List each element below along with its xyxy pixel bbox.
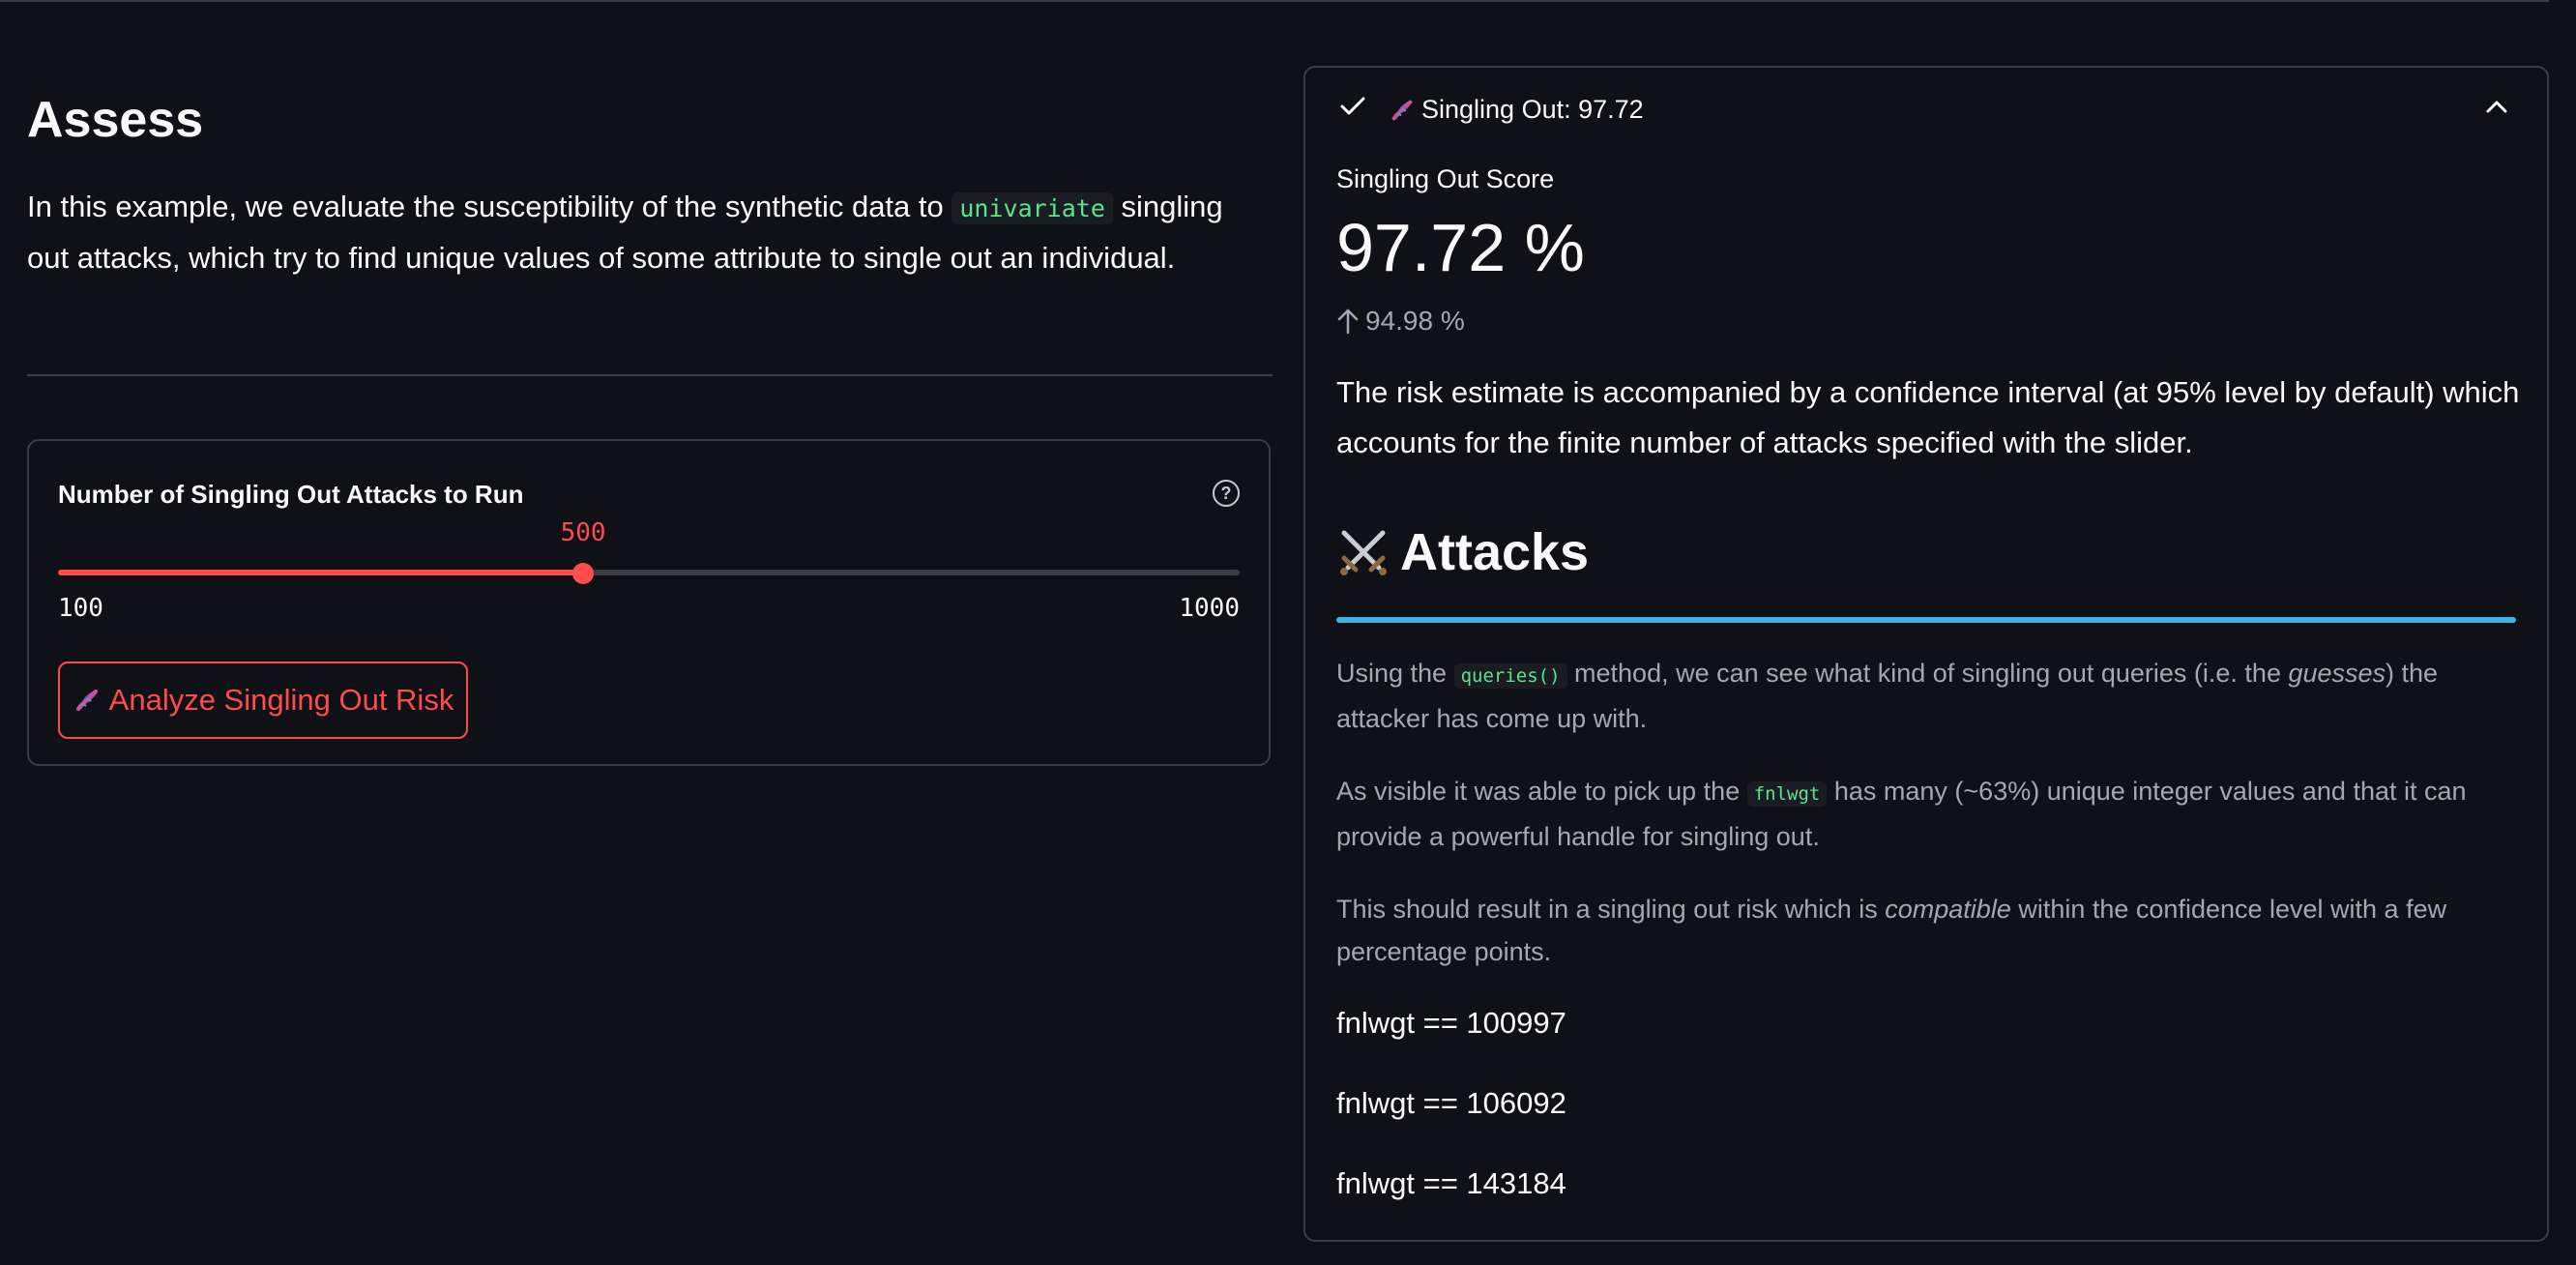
metric-delta-text: 94.98 %: [1365, 306, 1465, 336]
slider-min-label: 100: [58, 594, 103, 623]
query-item: fnlwgt == 100997: [1336, 1006, 1566, 1040]
slider-fill: [58, 570, 584, 575]
help-circle-icon[interactable]: ?: [1213, 480, 1240, 507]
analyze-singling-out-button[interactable]: Analyze Singling Out Risk: [58, 662, 468, 739]
section-divider: [27, 374, 1273, 376]
slider-card: Number of Singling Out Attacks to Run ? …: [27, 439, 1271, 766]
queries-paragraph: Using the queries() method, we can see w…: [1336, 652, 2526, 740]
intro-code: univariate: [951, 192, 1113, 224]
intro-paragraph: In this example, we evaluate the suscept…: [27, 182, 1273, 282]
query-item: fnlwgt == 143184: [1336, 1166, 1566, 1200]
compatible-paragraph: This should result in a singling out ris…: [1336, 888, 2526, 973]
queries-code: queries(): [1453, 663, 1567, 689]
metric-delta: 94.98 %: [1336, 306, 1465, 337]
attacks-heading-text: Attacks: [1400, 523, 1590, 581]
dna-icon: [75, 690, 98, 711]
fnlwgt-code: fnlwgt: [1746, 781, 1828, 807]
fnlwgt-paragraph: As visible it was able to pick up the fn…: [1336, 770, 2526, 858]
expander-title: Singling Out: 97.72: [1389, 95, 1644, 125]
slider-label: Number of Singling Out Attacks to Run: [58, 480, 524, 509]
p1-text-2: method, we can see what kind of singling…: [1566, 659, 2289, 688]
p3-text-1: This should result in a singling out ris…: [1336, 895, 1886, 924]
intro-text-1: In this example, we evaluate the suscept…: [27, 190, 952, 223]
p1-text-1: Using the: [1336, 659, 1454, 688]
dna-icon: [1391, 100, 1413, 120]
metric-label: Singling Out Score: [1336, 164, 1555, 193]
slider-max-label: 1000: [1179, 594, 1240, 623]
p3-emphasis: compatible: [1885, 895, 2011, 924]
singling-out-expander: Singling Out: 97.72 Singling Out Score 9…: [1303, 66, 2549, 1242]
metric-value: 97.72 %: [1336, 210, 1585, 285]
chevron-up-icon[interactable]: [2485, 99, 2508, 114]
top-divider: [0, 0, 2549, 2]
arrow-up-icon: [1337, 309, 1359, 335]
expander-header[interactable]: Singling Out: 97.72: [1305, 68, 2547, 125]
check-icon: [1340, 97, 1365, 115]
query-item: fnlwgt == 106092: [1336, 1086, 1566, 1120]
analyze-button-label: Analyze Singling Out Risk: [108, 683, 454, 717]
risk-description: The risk estimate is accompanied by a co…: [1336, 375, 2520, 459]
slider-thumb[interactable]: [572, 563, 595, 584]
attacks-heading: Attacks: [1336, 522, 1589, 582]
crossed-swords-icon: [1340, 530, 1387, 575]
slider-value: 500: [560, 518, 606, 547]
page-title: Assess: [27, 92, 204, 148]
p1-emphasis: guesses: [2288, 659, 2386, 688]
attacks-heading-rule: [1336, 617, 2516, 623]
p2-text-1: As visible it was able to pick up the: [1336, 777, 1747, 806]
attacks-slider[interactable]: 500: [58, 518, 1240, 584]
expander-title-text: Singling Out: 97.72: [1421, 95, 1644, 124]
